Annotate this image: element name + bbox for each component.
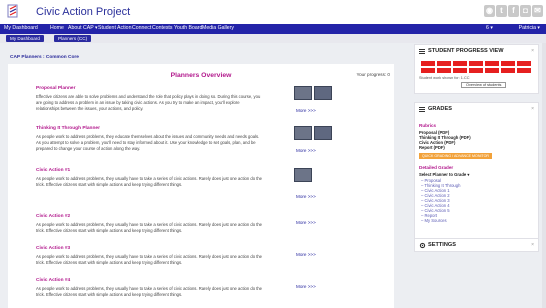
progress-cell[interactable]: [437, 68, 451, 73]
planner-thumbnail: [294, 126, 312, 140]
planner-section: Proposal Planner Effective citizens are …: [36, 86, 366, 112]
nav-item-dashboard[interactable]: My Dashboard: [4, 25, 38, 31]
twitter-icon[interactable]: t: [496, 5, 507, 17]
menu-icon: [419, 49, 425, 54]
planner-section: Thinking It Through Planner As people wo…: [36, 126, 366, 152]
rss-icon[interactable]: ◉: [484, 5, 495, 17]
planner-title[interactable]: Civic Action #3: [36, 246, 366, 251]
progress-cell[interactable]: [437, 61, 451, 66]
nav-item-media-gallery[interactable]: Media Gallery: [202, 25, 234, 31]
menu-icon: [419, 107, 425, 112]
page-title: Planners Overview: [170, 72, 232, 79]
sidebar: STUDENT PROGRESS VIEW × Student work sho…: [414, 44, 546, 308]
progress-cell[interactable]: [485, 68, 499, 73]
planner-description: As people work to address problems, they…: [36, 254, 263, 265]
planner-thumbnail: [294, 168, 312, 182]
main-nav: My Dashboard Home About CAP ▾ Student Ac…: [0, 24, 546, 34]
planner-title[interactable]: Civic Action #2: [36, 214, 366, 219]
planner-section: Civic Action #2 As people work to addres…: [36, 214, 366, 234]
planner-description: As people work to address problems, they…: [36, 286, 263, 297]
more-link[interactable]: More >>>: [296, 252, 316, 257]
instagram-icon[interactable]: ◘: [520, 5, 531, 17]
nav-item-contests[interactable]: Contests: [152, 25, 172, 31]
close-icon[interactable]: ×: [531, 242, 534, 248]
progress-cell[interactable]: [421, 61, 435, 66]
progress-caption: Student work shown for: 1.CC: [419, 76, 470, 80]
email-icon[interactable]: ✉: [532, 5, 543, 17]
progress-label: Your progress: 0: [356, 72, 390, 77]
detailed-grader-heading: Detailed Grader: [419, 165, 454, 170]
gear-icon: [419, 242, 426, 249]
nav-item-home[interactable]: Home: [50, 25, 64, 31]
planner-title[interactable]: Civic Action #1: [36, 168, 366, 173]
planner-title[interactable]: Civic Action #4: [36, 278, 366, 283]
planner-thumbnail: [314, 86, 332, 100]
page-scrollbar[interactable]: [542, 43, 546, 308]
more-link[interactable]: More >>>: [296, 148, 316, 153]
settings-panel: SETTINGS ×: [414, 238, 539, 252]
progress-cell[interactable]: [421, 68, 435, 73]
planner-thumbnail: [294, 86, 312, 100]
more-link[interactable]: More >>>: [296, 220, 316, 225]
breadcrumb[interactable]: CAP Planners : Common Core: [10, 55, 79, 60]
planner-description: As people work to address problems, they…: [36, 222, 263, 233]
user-menu[interactable]: Patricia ▾: [519, 25, 540, 31]
planner-description: Effective citizens are able to solve pro…: [36, 94, 261, 111]
nav-item-about[interactable]: About CAP ▾: [68, 25, 98, 31]
more-link[interactable]: More >>>: [296, 108, 316, 113]
planner-section: Civic Action #1 As people work to addres…: [36, 168, 366, 188]
grades-panel: GRADES × Rubrics Proposal (PDF) Thinking…: [414, 102, 539, 242]
panel-title: GRADES: [428, 106, 452, 112]
facebook-icon[interactable]: f: [508, 5, 519, 17]
sub-nav: My Dashboard Planners (CC): [0, 34, 546, 43]
progress-cell[interactable]: [453, 61, 467, 66]
more-link[interactable]: More >>>: [296, 194, 316, 199]
rubric-link[interactable]: Report (PDF): [419, 145, 445, 150]
progress-cell[interactable]: [485, 61, 499, 66]
student-progress-panel: STUDENT PROGRESS VIEW × Student work sho…: [414, 44, 539, 94]
progress-cell[interactable]: [469, 61, 483, 66]
more-link[interactable]: More >>>: [296, 284, 316, 289]
close-icon[interactable]: ×: [531, 106, 534, 112]
planner-section: Civic Action #4 As people work to addres…: [36, 278, 366, 298]
planners-button[interactable]: Planners (CC): [54, 35, 92, 42]
nav-item-youth-board[interactable]: Youth Board: [174, 25, 202, 31]
site-title[interactable]: Civic Action Project: [36, 6, 130, 18]
progress-cell[interactable]: [453, 68, 467, 73]
select-planner-dropdown[interactable]: Select Planner to Grade ▾: [419, 172, 470, 177]
close-icon[interactable]: ×: [531, 48, 534, 54]
planner-description: As people work to address problems, they…: [36, 176, 263, 187]
notifications-count[interactable]: 6 ▾: [486, 25, 493, 31]
planner-thumbnail: [314, 126, 332, 140]
progress-cell[interactable]: [501, 61, 515, 66]
nav-item-connect[interactable]: Connect: [132, 25, 151, 31]
site-header: Civic Action Project ◉ t f ◘ ✉: [0, 0, 546, 24]
planner-description: As people work to address problems, they…: [36, 134, 260, 151]
planner-section: Civic Action #3 As people work to addres…: [36, 246, 366, 266]
rubrics-heading: Rubrics: [419, 123, 437, 128]
quick-grading-button[interactable]: QUICK GRADING / ADVANCE MONITOR: [419, 153, 492, 159]
progress-cell[interactable]: [469, 68, 483, 73]
nav-item-student-action[interactable]: Student Action: [98, 25, 131, 31]
planners-overview-panel: Planners Overview Your progress: 0 Propo…: [8, 64, 394, 308]
my-dashboard-button[interactable]: My Dashboard: [6, 35, 44, 42]
overview-students-button[interactable]: Overview of students: [461, 82, 507, 88]
progress-cell[interactable]: [517, 68, 531, 73]
progress-cell[interactable]: [501, 68, 515, 73]
planner-grade-link[interactable]: – My Sources: [421, 218, 447, 223]
panel-title: SETTINGS: [428, 242, 456, 248]
cap-logo-icon[interactable]: [6, 3, 22, 20]
progress-cell[interactable]: [517, 61, 531, 66]
panel-title: STUDENT PROGRESS VIEW: [428, 48, 504, 54]
